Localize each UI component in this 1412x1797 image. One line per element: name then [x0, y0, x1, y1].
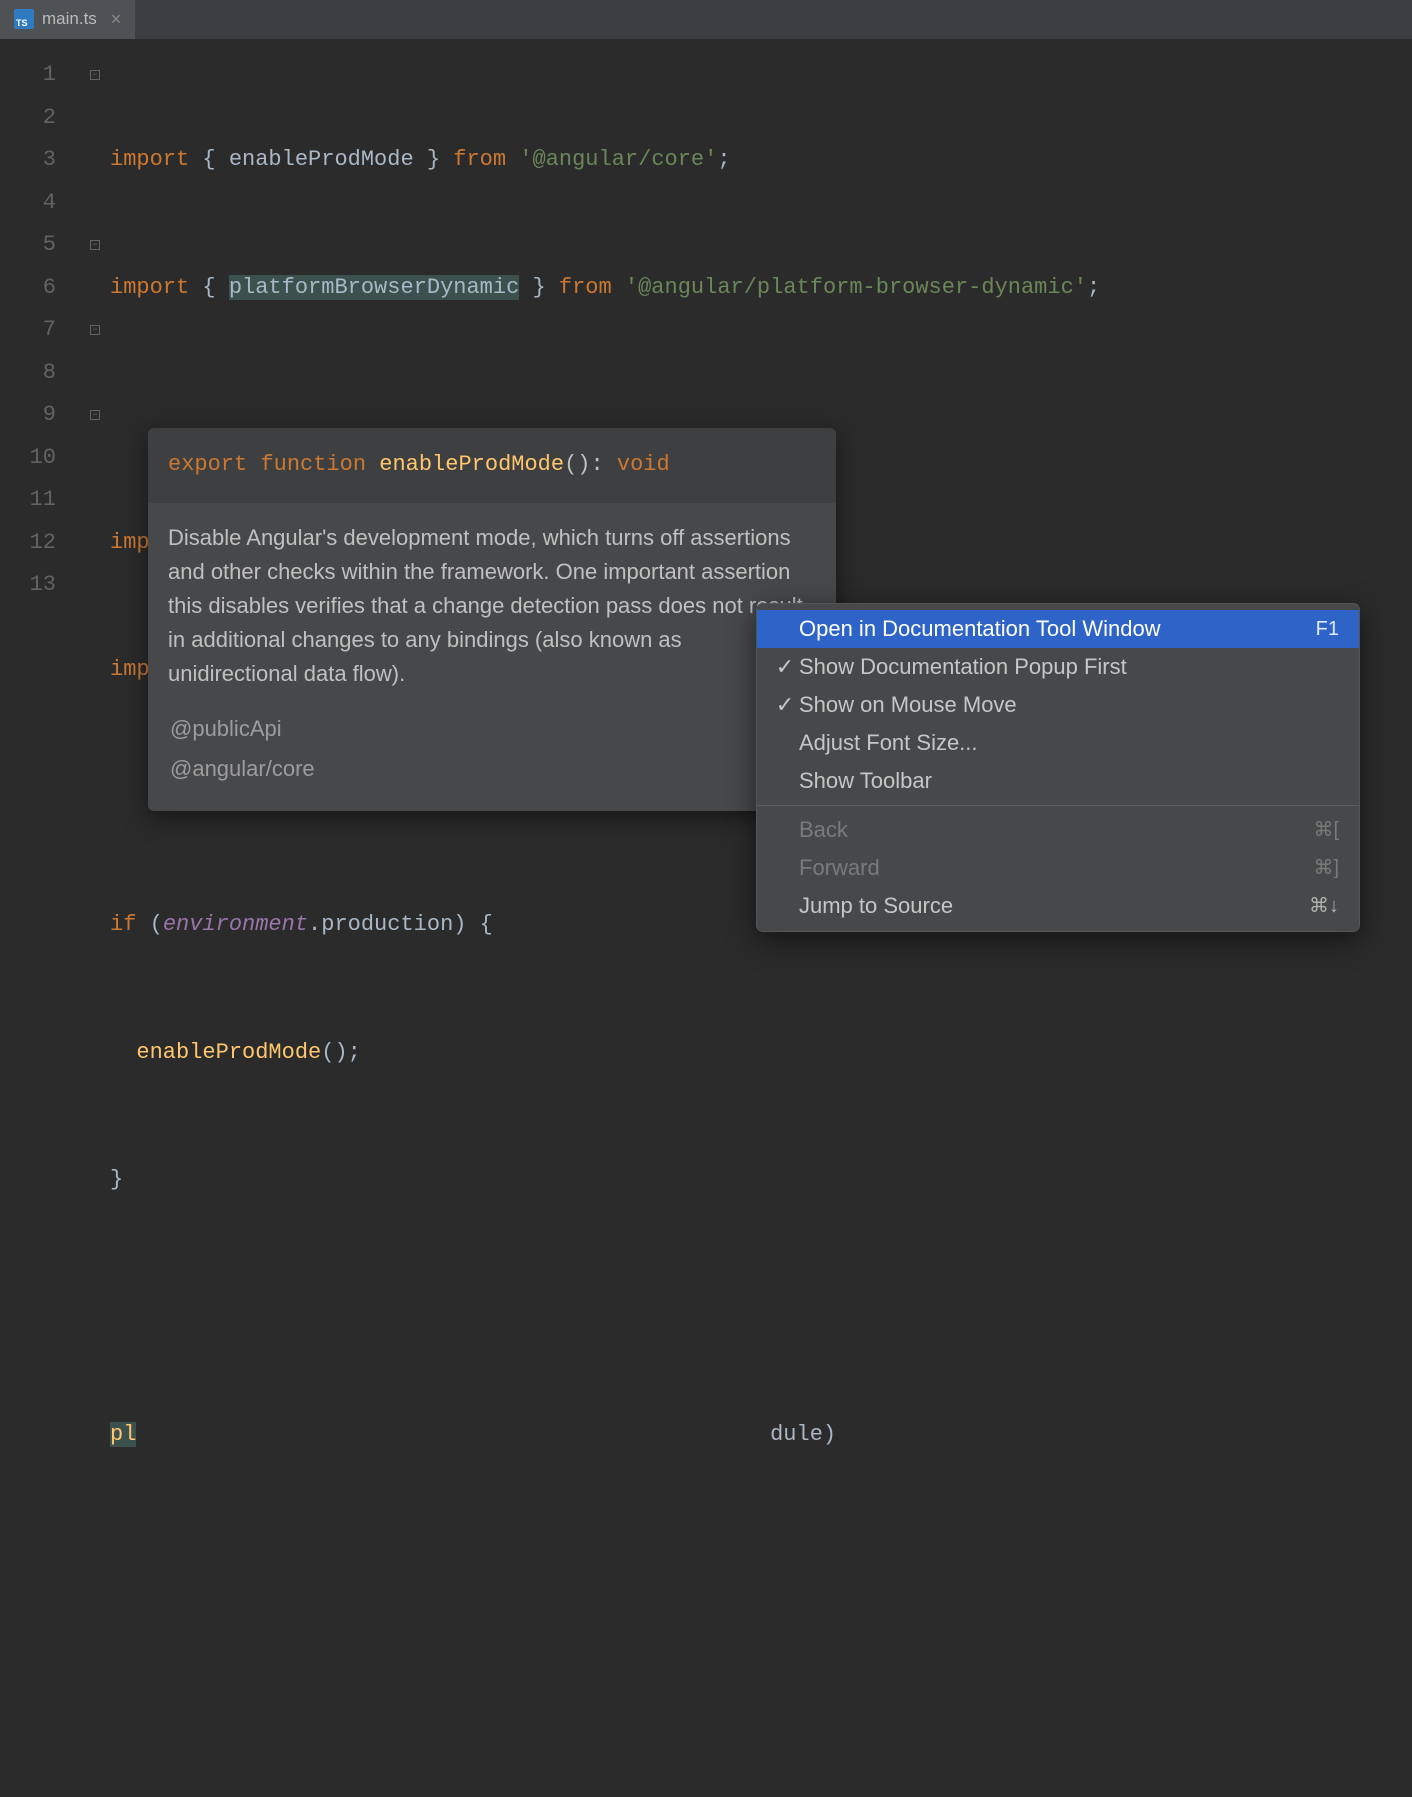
- menu-shortcut: ⌘↓: [1309, 885, 1339, 928]
- line-number: 10: [0, 437, 56, 480]
- code-editor[interactable]: 1 2 3 4 5 6 7 8 9 10 11 12 13 − − − − im…: [0, 40, 1412, 1797]
- code-line: pl dule): [110, 1414, 1412, 1457]
- menu-label: Adjust Font Size...: [799, 722, 1339, 765]
- code-line: }: [110, 1159, 1412, 1202]
- file-tab-main-ts[interactable]: main.ts ×: [0, 0, 135, 39]
- menu-label: Show Toolbar: [799, 760, 1339, 803]
- code-line: enableProdMode();: [110, 1032, 1412, 1075]
- menu-jump-to-source[interactable]: Jump to Source ⌘↓: [757, 887, 1359, 925]
- doc-module: @angular/core: [170, 749, 814, 789]
- menu-shortcut: ⌘]: [1313, 847, 1339, 890]
- menu-label: Open in Documentation Tool Window: [799, 608, 1316, 651]
- doc-meta: @publicApi @angular/core: [148, 709, 836, 811]
- fold-marker[interactable]: −: [80, 54, 110, 97]
- doc-sig-keyword: export: [168, 452, 247, 477]
- menu-label: Show Documentation Popup First: [799, 646, 1339, 689]
- context-menu: Open in Documentation Tool Window F1 ✓ S…: [756, 603, 1360, 932]
- menu-shortcut: F1: [1316, 608, 1339, 651]
- close-icon[interactable]: ×: [111, 9, 122, 30]
- line-number: 12: [0, 522, 56, 565]
- line-number-gutter: 1 2 3 4 5 6 7 8 9 10 11 12 13: [0, 40, 80, 1797]
- code-text: pl: [110, 1422, 136, 1447]
- menu-shortcut: ⌘[: [1313, 809, 1339, 852]
- code-line: [110, 1287, 1412, 1330]
- code-text: dule): [770, 1422, 836, 1447]
- line-number: 2: [0, 97, 56, 140]
- line-number: 1: [0, 54, 56, 97]
- menu-show-toolbar[interactable]: Show Toolbar: [757, 762, 1359, 800]
- tab-filename: main.ts: [42, 9, 97, 29]
- documentation-popup[interactable]: export function enableProdMode(): void D…: [148, 428, 836, 811]
- doc-description: Disable Angular's development mode, whic…: [148, 503, 836, 709]
- fold-marker[interactable]: −: [80, 394, 110, 437]
- line-number: 3: [0, 139, 56, 182]
- doc-sig-paren: ():: [564, 452, 604, 477]
- menu-back: Back ⌘[: [757, 811, 1359, 849]
- fold-gutter: − − − −: [80, 40, 110, 1797]
- doc-sig-name: enableProdMode: [379, 452, 564, 477]
- fold-marker[interactable]: −: [80, 309, 110, 352]
- doc-sig-type: void: [617, 452, 670, 477]
- menu-separator: [757, 805, 1359, 806]
- code-line: import { platformBrowserDynamic } from '…: [110, 267, 1412, 310]
- doc-signature: export function enableProdMode(): void: [148, 428, 836, 503]
- fold-marker[interactable]: −: [80, 224, 110, 267]
- line-number: 5: [0, 224, 56, 267]
- tab-bar: main.ts ×: [0, 0, 1412, 40]
- menu-show-doc-popup-first[interactable]: ✓ Show Documentation Popup First: [757, 648, 1359, 686]
- doc-tag: @publicApi: [170, 709, 814, 749]
- line-number: 9: [0, 394, 56, 437]
- line-number: 7: [0, 309, 56, 352]
- menu-show-on-mouse-move[interactable]: ✓ Show on Mouse Move: [757, 686, 1359, 724]
- line-number: 13: [0, 564, 56, 607]
- menu-forward: Forward ⌘]: [757, 849, 1359, 887]
- check-icon: ✓: [771, 646, 799, 689]
- ts-file-icon: [14, 9, 34, 29]
- line-number: 6: [0, 267, 56, 310]
- line-number: 11: [0, 479, 56, 522]
- check-icon: ✓: [771, 684, 799, 727]
- code-line: import { enableProdMode } from '@angular…: [110, 139, 1412, 182]
- menu-adjust-font-size[interactable]: Adjust Font Size...: [757, 724, 1359, 762]
- menu-label: Jump to Source: [799, 885, 1309, 928]
- menu-open-doc-tool-window[interactable]: Open in Documentation Tool Window F1: [757, 610, 1359, 648]
- line-number: 8: [0, 352, 56, 395]
- menu-label: Show on Mouse Move: [799, 684, 1339, 727]
- menu-label: Back: [799, 809, 1313, 852]
- doc-sig-keyword: function: [260, 452, 366, 477]
- line-number: 4: [0, 182, 56, 225]
- menu-label: Forward: [799, 847, 1313, 890]
